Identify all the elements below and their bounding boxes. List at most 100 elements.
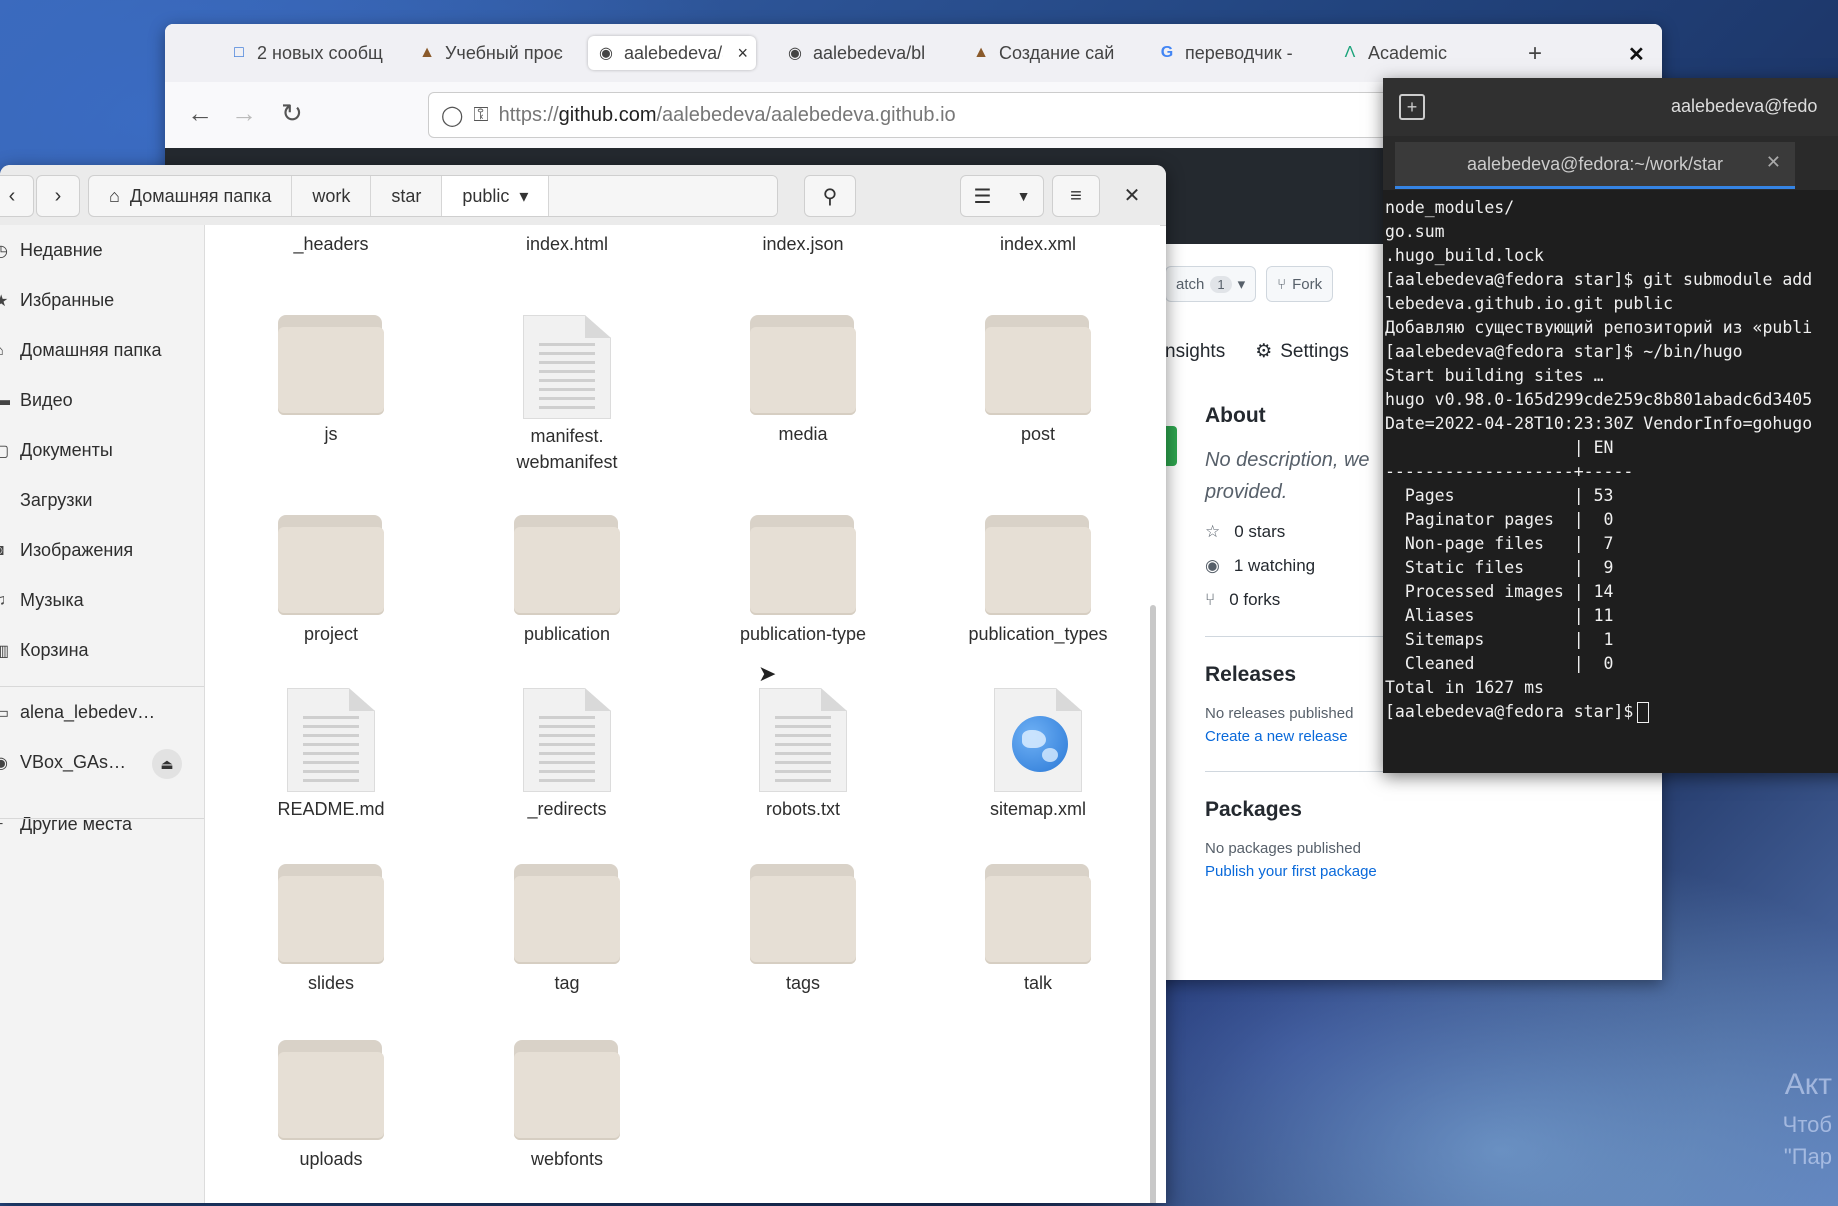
file-item-label: _redirects	[527, 799, 607, 819]
sidebar-item[interactable]: ★ Избранные	[0, 290, 114, 311]
file-grid: _headers index.html index.json index.xml js m…	[205, 225, 1160, 1203]
file-item-label: manifest. webmanifest	[516, 426, 618, 472]
file-item[interactable]: _headers	[231, 225, 431, 257]
text-file-icon	[287, 688, 375, 792]
file-item[interactable]: _redirects	[467, 688, 667, 822]
forward-button[interactable]: ›	[36, 175, 80, 217]
eject-icon[interactable]: ⏏	[152, 749, 182, 779]
browser-tab-active[interactable]: ◉ aalebedeva/a ×	[588, 36, 756, 70]
browser-close-button[interactable]: ✕	[1628, 42, 1645, 67]
scrollbar[interactable]	[1150, 605, 1156, 1203]
terminal-output[interactable]: node_modules/go.sum .hugo_build.lock [aale…	[1383, 196, 1838, 773]
breadcrumb: ⌂ Домашняя папка work star public ▾	[88, 175, 779, 217]
folder-icon	[278, 315, 384, 417]
terminal-tab[interactable]: aalebedeva@fedora:~/work/star ✕	[1395, 142, 1795, 189]
text-file-icon	[523, 688, 611, 792]
watch-button[interactable]: atch 1 ▾	[1165, 266, 1257, 302]
close-icon[interactable]: ✕	[1766, 152, 1781, 173]
eye-icon: ◉	[1205, 556, 1220, 575]
sidebar-item[interactable]: ▬ Видео	[0, 390, 73, 411]
publish-package-link[interactable]: Publish your first package	[1205, 863, 1625, 880]
back-button[interactable]: ‹	[0, 175, 34, 217]
terminal-tab-label: aalebedeva@fedora:~/work/star	[1467, 153, 1723, 174]
breadcrumb-public[interactable]: public ▾	[442, 176, 550, 216]
github-icon: ◉	[599, 45, 613, 62]
file-item[interactable]: index.xml	[938, 225, 1138, 257]
forward-arrow-icon[interactable]: →	[231, 98, 257, 129]
search-button[interactable]: ⚲	[804, 175, 856, 217]
browser-tab[interactable]: ◉ aalebedeva/bl	[785, 36, 935, 70]
sidebar-item[interactable]: ⌂ Домашняя папка	[0, 340, 161, 361]
terminal-line: Date=2022-04-28T10:23:30Z VendorInfo=goh…	[1385, 414, 1813, 433]
terminal-line: -------------------+-----	[1385, 462, 1634, 481]
browser-tab[interactable]: ▲ Учебный проє	[417, 36, 567, 70]
breadcrumb-home[interactable]: ⌂ Домашняя папка	[89, 176, 293, 216]
breadcrumb-label: public	[462, 185, 510, 206]
file-item[interactable]: manifest. webmanifest	[467, 315, 667, 475]
file-item[interactable]: index.json	[703, 225, 903, 257]
file-item[interactable]: sitemap.xml	[938, 688, 1138, 822]
sidebar-item[interactable]: ▭ alena_lebedev…	[0, 702, 155, 723]
terminal-line: hugo v0.98.0-165d299cde259c8b801abadc6d3…	[1385, 390, 1813, 409]
sidebar-item[interactable]: ▥ Корзина	[0, 640, 89, 661]
file-item[interactable]: README.md	[231, 688, 431, 822]
forks-label: 0 forks	[1229, 590, 1281, 609]
back-arrow-icon[interactable]: ←	[187, 98, 213, 129]
file-item[interactable]: index.html	[467, 225, 667, 257]
browser-tab[interactable]: G переводчик -	[1157, 36, 1307, 70]
sidebar-item-label: VBox_GAs…	[20, 752, 127, 772]
new-terminal-tab-icon[interactable]: +	[1399, 94, 1425, 120]
sidebar-item-label: Недавние	[20, 240, 103, 260]
file-item[interactable]: js	[231, 315, 431, 447]
file-item[interactable]: publication	[467, 515, 667, 647]
file-item[interactable]: robots.txt	[703, 688, 903, 822]
sidebar-item[interactable]: ◉ VBox_GAs…	[0, 752, 126, 773]
file-item[interactable]: tag	[467, 864, 667, 996]
sidebar-item-label: Домашняя папка	[20, 340, 162, 360]
chevron-left-icon: ‹	[8, 184, 16, 207]
fork-button[interactable]: ⑂ Fork	[1266, 266, 1334, 302]
sidebar-item-label: Избранные	[20, 290, 115, 310]
reload-icon[interactable]: ↻	[281, 98, 303, 129]
folder-icon	[278, 515, 384, 617]
folder-icon	[514, 515, 620, 617]
browser-tab[interactable]: Λ Academic	[1340, 36, 1490, 70]
close-tab-icon[interactable]: ×	[737, 43, 748, 64]
file-item[interactable]: uploads	[231, 1040, 431, 1172]
sidebar-item[interactable]: ▢ Документы	[0, 440, 113, 461]
terminal-prompt: [aalebedeva@fedora star]$	[1385, 702, 1634, 721]
chevron-right-icon: ›	[54, 184, 62, 207]
file-item[interactable]: tags	[703, 864, 903, 996]
close-button[interactable]: ✕	[1112, 175, 1152, 215]
sidebar-item[interactable]: ◙ Изображения	[0, 540, 133, 561]
new-tab-button[interactable]: +	[1528, 40, 1542, 68]
menu-button[interactable]: ≡	[1052, 175, 1100, 217]
file-item[interactable]: post	[938, 315, 1138, 447]
terminal-line: | EN	[1385, 438, 1614, 457]
tab-settings[interactable]: ⚙ Settings	[1255, 340, 1349, 363]
sidebar-item[interactable]: ↓ Загрузки	[0, 490, 92, 511]
browser-tab[interactable]: □ 2 новых сообщ	[229, 36, 387, 70]
tab-settings-label: Settings	[1280, 340, 1349, 362]
terminal-line: node_modules/	[1385, 198, 1515, 217]
terminal-line: [aalebedeva@fedora star]$ git submodule …	[1385, 270, 1813, 289]
google-icon: G	[1160, 44, 1174, 61]
file-item[interactable]: media	[703, 315, 903, 447]
file-item[interactable]: project	[231, 515, 431, 647]
breadcrumb-star[interactable]: star	[371, 176, 443, 216]
gear-icon: ⚙	[1255, 341, 1273, 362]
sidebar-item[interactable]: ♫ Музыка	[0, 590, 84, 611]
file-item[interactable]: slides	[231, 864, 431, 996]
file-item[interactable]: publication-type	[703, 515, 903, 647]
folder-icon	[514, 864, 620, 966]
view-mode-button[interactable]: ☰ ▼	[960, 175, 1044, 217]
code-button-edge[interactable]	[1165, 426, 1177, 466]
browser-tab[interactable]: ▲ Создание сай	[971, 36, 1129, 70]
file-item[interactable]: publication_types	[938, 515, 1138, 647]
breadcrumb-work[interactable]: work	[292, 176, 372, 216]
tab-insights[interactable]: nsights	[1165, 341, 1225, 363]
file-item[interactable]: webfonts	[467, 1040, 667, 1172]
home-icon: ⌂	[109, 185, 120, 206]
file-item[interactable]: talk	[938, 864, 1138, 996]
sidebar-item[interactable]: ◷ Недавние	[0, 240, 103, 261]
